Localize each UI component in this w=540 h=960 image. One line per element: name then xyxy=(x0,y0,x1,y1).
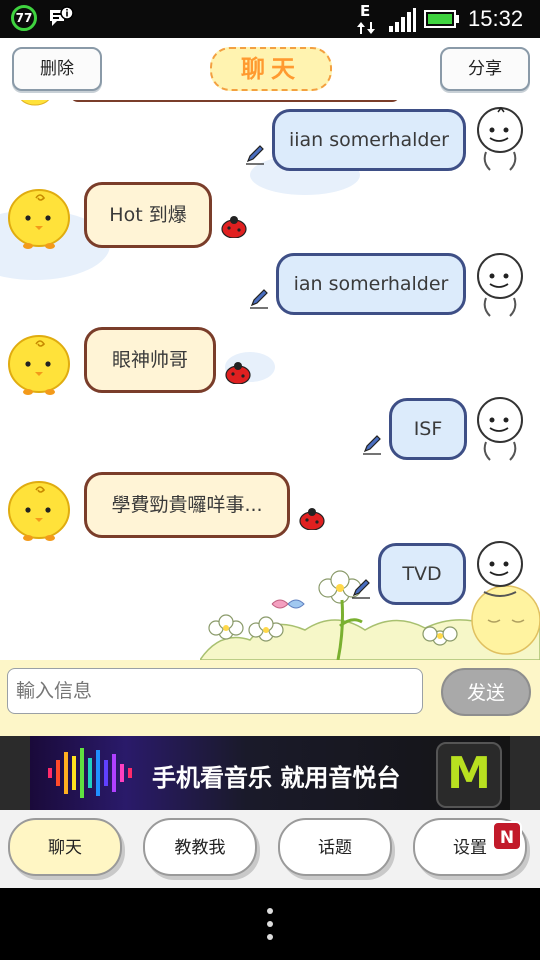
message-bubble-outgoing[interactable]: TVD xyxy=(378,543,466,605)
edit-pencil-icon[interactable] xyxy=(350,578,372,600)
ladybug-icon xyxy=(225,362,251,384)
message-bubble-outgoing[interactable]: ian somerhalder xyxy=(276,253,466,315)
ladybug-icon xyxy=(221,216,247,238)
menu-icon[interactable] xyxy=(255,902,285,946)
message-text: ian somerhalder xyxy=(293,273,449,295)
partial-bubble-edge xyxy=(70,100,400,102)
share-button[interactable]: 分享 xyxy=(440,47,530,91)
music-wave-graphic xyxy=(48,748,132,798)
message-text: 眼神帅哥 xyxy=(111,349,188,371)
ad-creative[interactable]: 手机看音乐 就用音悦台 M xyxy=(30,736,510,810)
chick-avatar-icon xyxy=(8,189,70,249)
system-navigation-bar xyxy=(0,888,540,960)
tab-teach-me[interactable]: 教教我 xyxy=(143,818,257,876)
message-text: TVD xyxy=(402,563,442,585)
doodle-avatar-icon xyxy=(477,397,523,461)
message-bubble-outgoing[interactable]: iian somerhalder xyxy=(272,109,466,171)
network-e-icon: E xyxy=(355,2,377,36)
ad-banner[interactable]: 手机看音乐 就用音悦台 M xyxy=(0,736,540,810)
page-title: 聊天 xyxy=(210,47,332,91)
edit-pencil-icon[interactable] xyxy=(361,434,383,456)
ladybug-icon xyxy=(299,508,325,530)
chick-avatar-icon xyxy=(20,100,50,106)
message-composer: 发送 xyxy=(0,660,540,736)
edit-pencil-icon[interactable] xyxy=(244,144,266,166)
message-text: iian somerhalder xyxy=(288,129,449,151)
message-notification-icon xyxy=(50,6,74,26)
menu-dot xyxy=(267,908,273,914)
yinyuetai-logo-icon: M xyxy=(436,742,502,808)
send-button[interactable]: 发送 xyxy=(441,668,531,716)
network-type-label: E xyxy=(360,2,371,20)
signal-icon xyxy=(389,8,416,32)
menu-dot xyxy=(267,934,273,940)
ad-logo-letter: M xyxy=(447,748,491,799)
message-text: ISF xyxy=(413,418,443,440)
message-bubble-incoming[interactable]: Hot 到爆 xyxy=(84,182,212,248)
battery-ring-icon: 77 xyxy=(11,5,37,31)
message-input[interactable] xyxy=(7,668,423,714)
message-bubble-outgoing[interactable]: ISF xyxy=(389,398,467,460)
battery-icon xyxy=(424,10,459,28)
message-text: 學費勁貴囉咩事... xyxy=(111,494,263,516)
status-bar: 77 E 15:32 xyxy=(0,0,540,38)
chick-avatar-icon xyxy=(8,481,70,541)
doodle-avatar-icon xyxy=(477,106,523,171)
message-bubble-incoming[interactable]: 眼神帅哥 xyxy=(84,327,216,393)
top-bar: 删除 聊天 分享 xyxy=(0,38,540,100)
message-bubble-incoming[interactable]: 學費勁貴囉咩事... xyxy=(84,472,290,538)
doodle-avatar-icon xyxy=(477,253,523,317)
message-text: Hot 到爆 xyxy=(109,204,187,226)
ad-headline: 手机看音乐 就用音悦台 xyxy=(152,764,401,792)
bottom-navigation: 聊天 教教我 话题 设置 N xyxy=(0,810,540,888)
menu-dot xyxy=(267,921,273,927)
tab-topics[interactable]: 话题 xyxy=(278,818,392,876)
tab-chat[interactable]: 聊天 xyxy=(8,818,122,876)
new-badge: N xyxy=(492,821,522,851)
clock: 15:32 xyxy=(468,6,524,31)
chick-avatar-icon xyxy=(8,335,70,395)
delete-button[interactable]: 删除 xyxy=(12,47,102,91)
doodle-avatar-icon xyxy=(477,541,523,597)
chat-area[interactable]: iian somerhalder Hot 到爆 ian somerhalder … xyxy=(0,100,540,660)
edit-pencil-icon[interactable] xyxy=(248,288,270,310)
